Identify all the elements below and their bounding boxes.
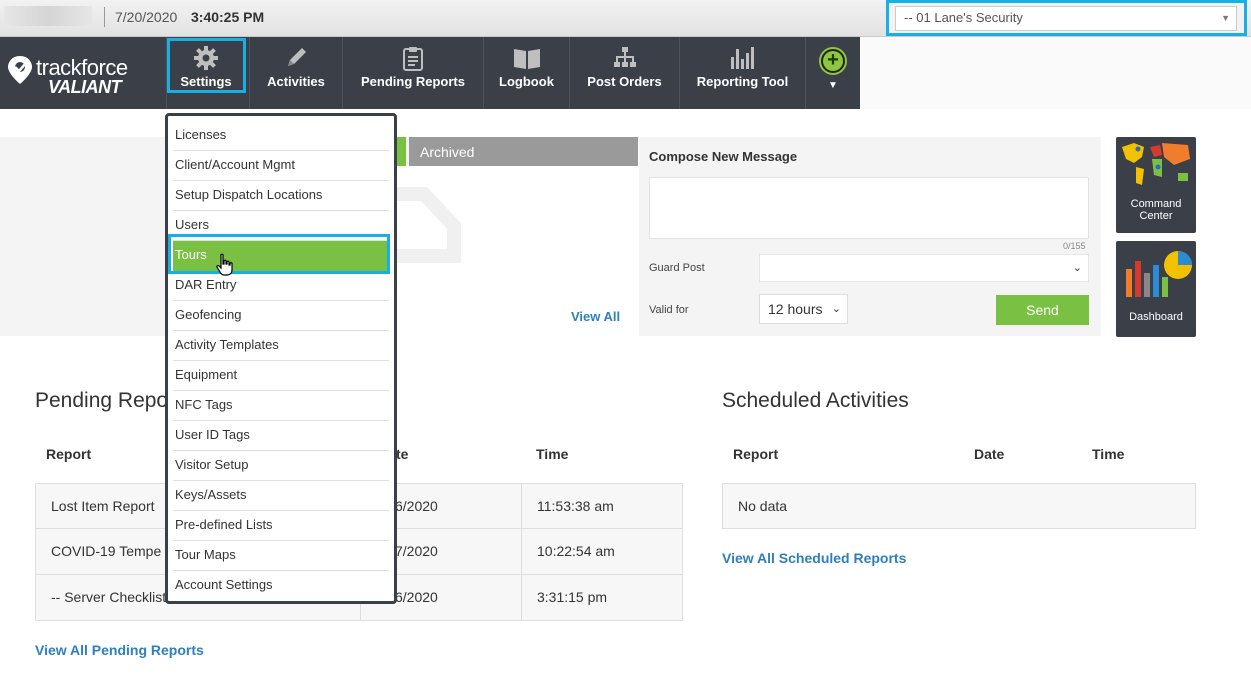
tours-highlight bbox=[168, 234, 390, 274]
company-select[interactable]: -- 01 Lane's Security ▼ bbox=[895, 6, 1237, 31]
settings-dropdown-menu: Licenses Client/Account Mgmt Setup Dispa… bbox=[165, 113, 397, 604]
compose-message-panel: Compose New Message 0/155 Guard Post ⌄ V… bbox=[639, 137, 1101, 336]
menu-item-geofencing[interactable]: Geofencing bbox=[173, 301, 389, 331]
plus-icon: + bbox=[827, 49, 839, 71]
company-select-highlight: -- 01 Lane's Security ▼ bbox=[886, 0, 1247, 36]
pending-col-report: Report bbox=[46, 446, 92, 462]
command-center-label-1: Command bbox=[1130, 198, 1182, 210]
nav-settings-label: Settings bbox=[180, 74, 232, 89]
pending-reports-title: Pending Repo bbox=[35, 389, 169, 412]
pending-time-cell: 3:31:15 pm bbox=[521, 574, 683, 621]
nav-empty-area bbox=[860, 37, 1251, 109]
hierarchy-icon bbox=[613, 47, 636, 67]
current-time: 3:40:25 PM bbox=[191, 9, 265, 25]
trackforce-logo[interactable]: trackforce VALIANT bbox=[6, 53, 156, 97]
command-center-label-2: Center bbox=[1139, 210, 1173, 222]
pencil-icon bbox=[288, 48, 306, 66]
dashboard-chart-icon bbox=[1126, 251, 1192, 297]
main-nav: trackforce VALIANT Settings Activities P… bbox=[0, 37, 1251, 109]
menu-item-equipment[interactable]: Equipment bbox=[173, 361, 389, 391]
clipboard-icon bbox=[403, 47, 423, 71]
view-all-pending-reports-link[interactable]: View All Pending Reports bbox=[35, 642, 204, 658]
view-all-scheduled-reports-link[interactable]: View All Scheduled Reports bbox=[722, 550, 906, 566]
menu-item-licenses[interactable]: Licenses bbox=[173, 121, 389, 151]
scheduled-col-date: Date bbox=[974, 446, 1005, 462]
command-center-tile[interactable]: Command Center bbox=[1116, 137, 1196, 233]
guard-post-label: Guard Post bbox=[649, 262, 705, 274]
valid-for-select[interactable]: 12 hours ⌄ bbox=[759, 294, 848, 324]
dashboard-tile[interactable]: Dashboard bbox=[1116, 241, 1196, 337]
nav-activities[interactable]: Activities bbox=[249, 37, 342, 109]
valid-for-value: 12 hours bbox=[768, 301, 823, 317]
message-textarea[interactable] bbox=[649, 177, 1089, 239]
top-bar: 7/20/2020 3:40:25 PM -- 01 Lane's Securi… bbox=[0, 0, 1251, 37]
menu-item-client-account-mgmt[interactable]: Client/Account Mgmt bbox=[173, 151, 389, 181]
menu-item-setup-dispatch-locations[interactable]: Setup Dispatch Locations bbox=[173, 181, 389, 211]
nav-reporting-tool[interactable]: Reporting Tool bbox=[679, 37, 805, 109]
scheduled-col-report: Report bbox=[733, 446, 779, 462]
nav-logbook[interactable]: Logbook bbox=[483, 37, 569, 109]
menu-item-account-settings[interactable]: Account Settings bbox=[173, 571, 389, 601]
gear-icon bbox=[194, 46, 218, 70]
menu-item-keys-assets[interactable]: Keys/Assets bbox=[173, 481, 389, 511]
menu-item-tour-maps[interactable]: Tour Maps bbox=[173, 541, 389, 571]
scheduled-col-time: Time bbox=[1092, 446, 1125, 462]
nav-pending-reports-label: Pending Reports bbox=[360, 74, 465, 89]
chevron-down-icon: ⌄ bbox=[831, 303, 841, 315]
caret-down-icon: ▼ bbox=[828, 80, 838, 91]
menu-item-pre-defined-lists[interactable]: Pre-defined Lists bbox=[173, 511, 389, 541]
pending-time-cell: 11:53:38 am bbox=[521, 483, 683, 529]
send-button[interactable]: Send bbox=[996, 295, 1089, 325]
chevron-down-icon: ⌄ bbox=[1072, 262, 1082, 274]
scheduled-activities-title: Scheduled Activities bbox=[722, 389, 909, 412]
scheduled-empty-row: No data bbox=[722, 483, 1196, 529]
guard-post-select[interactable]: ⌄ bbox=[759, 254, 1089, 282]
menu-item-activity-templates[interactable]: Activity Templates bbox=[173, 331, 389, 361]
company-select-value: -- 01 Lane's Security bbox=[904, 10, 1023, 25]
menu-item-dar-entry[interactable]: DAR Entry bbox=[173, 271, 389, 301]
nav-logbook-label: Logbook bbox=[499, 74, 554, 89]
nav-pending-reports[interactable]: Pending Reports bbox=[342, 37, 483, 109]
valid-for-label: Valid for bbox=[649, 304, 689, 316]
nav-post-orders[interactable]: Post Orders bbox=[569, 37, 679, 109]
divider bbox=[104, 7, 105, 27]
world-map-icon bbox=[1122, 143, 1190, 185]
book-icon bbox=[513, 49, 540, 69]
logo-text-valiant: VALIANT bbox=[48, 77, 122, 97]
nav-settings[interactable]: Settings bbox=[166, 37, 246, 109]
location-pin-icon bbox=[8, 56, 32, 84]
menu-item-nfc-tags[interactable]: NFC Tags bbox=[173, 391, 389, 421]
menu-item-user-id-tags[interactable]: User ID Tags bbox=[173, 421, 389, 451]
blurred-user-name bbox=[4, 6, 92, 26]
bar-chart-icon bbox=[730, 47, 754, 69]
pending-time-cell: 10:22:54 am bbox=[521, 528, 683, 575]
hand-cursor-icon bbox=[216, 253, 233, 276]
menu-item-visitor-setup[interactable]: Visitor Setup bbox=[173, 451, 389, 481]
nav-post-orders-label: Post Orders bbox=[587, 74, 662, 89]
chevron-down-icon: ▼ bbox=[1221, 13, 1230, 23]
nav-add-button[interactable]: + ▼ bbox=[805, 37, 860, 109]
view-all-messages-link[interactable]: View All bbox=[571, 309, 620, 324]
nav-reporting-tool-label: Reporting Tool bbox=[696, 74, 789, 89]
pending-col-time: Time bbox=[536, 446, 569, 462]
dashboard-label: Dashboard bbox=[1129, 311, 1183, 323]
char-count: 0/155 bbox=[1063, 241, 1086, 251]
tab-archived[interactable]: Archived bbox=[409, 137, 638, 166]
pending-col-date: te bbox=[396, 446, 409, 462]
current-date: 7/20/2020 bbox=[115, 9, 178, 25]
compose-title: Compose New Message bbox=[649, 149, 798, 164]
nav-activities-label: Activities bbox=[267, 74, 325, 89]
